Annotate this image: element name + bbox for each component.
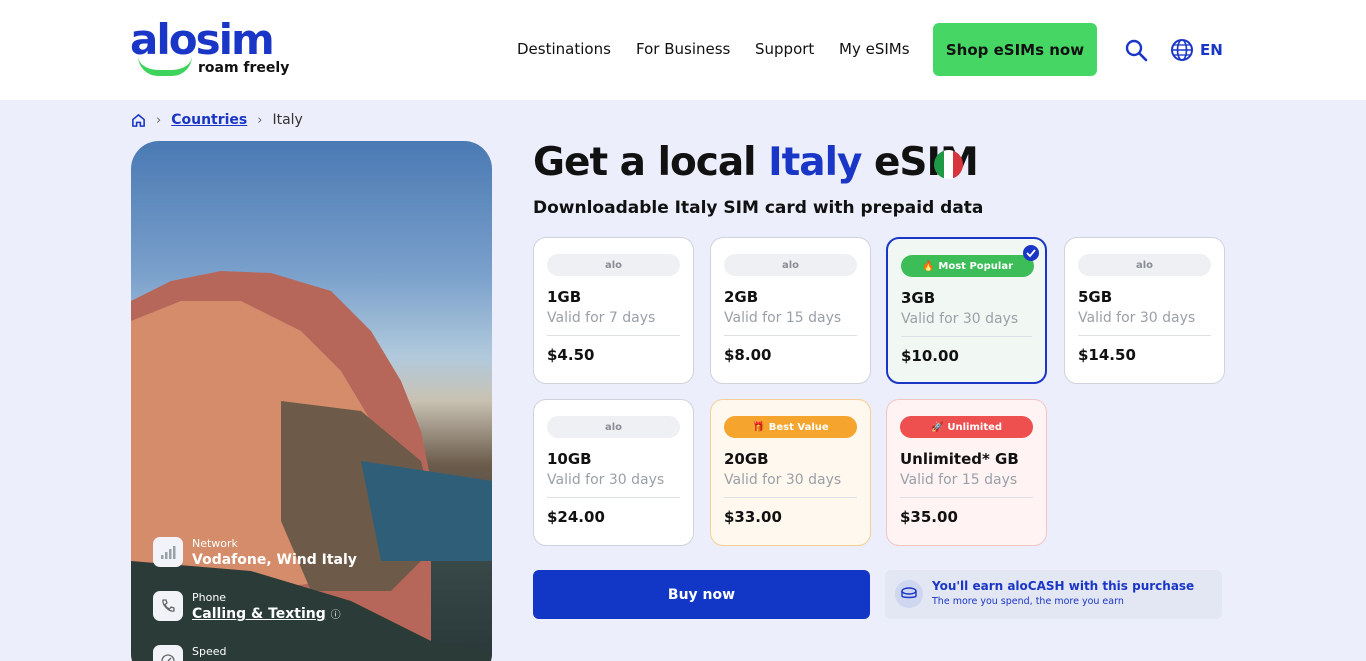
- search-icon[interactable]: [1124, 38, 1148, 62]
- logo-smile-icon: [138, 56, 192, 76]
- alo-badge: alo: [1078, 254, 1211, 276]
- plan-price: $33.00: [724, 508, 782, 526]
- earn-title: You'll earn aloCASH with this purchase: [932, 579, 1195, 593]
- feature-network: Network Vodafone, Wind Italy: [153, 537, 357, 568]
- plan-validity: Valid for 15 days: [724, 310, 842, 326]
- feature-label: Phone: [192, 591, 227, 604]
- signal-bars-icon: [153, 537, 183, 567]
- plan-divider: [547, 497, 680, 498]
- feature-value: Calling & Texting ⓘ: [192, 606, 341, 622]
- feature-label: Network: [192, 537, 238, 550]
- logo-wordmark: alosim: [130, 15, 275, 64]
- breadcrumb: › Countries › Italy: [131, 112, 303, 128]
- best-value-badge: 🎁 Best Value: [724, 416, 857, 438]
- plan-price: $10.00: [901, 347, 959, 365]
- plan-divider: [900, 497, 1033, 498]
- badge-label: Unlimited: [947, 421, 1003, 433]
- breadcrumb-countries-link[interactable]: Countries: [171, 112, 247, 128]
- feature-label: Speed: [192, 645, 227, 658]
- plan-validity: Valid for 30 days: [724, 472, 842, 488]
- unlimited-badge: 🚀 Unlimited: [900, 416, 1033, 438]
- plan-divider: [724, 497, 857, 498]
- calling-texting-link[interactable]: Calling & Texting: [192, 606, 326, 622]
- shop-esims-button[interactable]: Shop eSIMs now: [933, 23, 1097, 76]
- feature-value: Vodafone, Wind Italy: [192, 552, 357, 568]
- plan-price: $4.50: [547, 346, 595, 364]
- phone-icon: [153, 591, 183, 621]
- plan-card-10gb[interactable]: alo 10GB Valid for 30 days $24.00: [533, 399, 694, 546]
- nav-support[interactable]: Support: [755, 40, 814, 58]
- nav-my-esims[interactable]: My eSIMs: [839, 40, 910, 58]
- nav-destinations[interactable]: Destinations: [517, 40, 611, 58]
- badge-label: Best Value: [768, 421, 829, 433]
- breadcrumb-separator: ›: [156, 112, 162, 128]
- language-selector[interactable]: EN: [1200, 41, 1223, 59]
- home-icon[interactable]: [131, 113, 146, 128]
- feature-speed: Speed: [153, 645, 226, 661]
- plan-card-2gb[interactable]: alo 2GB Valid for 15 days $8.00: [710, 237, 871, 384]
- plan-validity: Valid for 7 days: [547, 310, 656, 326]
- alo-badge: alo: [547, 416, 680, 438]
- nav-for-business[interactable]: For Business: [636, 40, 730, 58]
- plan-card-3gb[interactable]: 🔥 Most Popular 3GB Valid for 30 days $10.…: [886, 237, 1047, 384]
- italy-hero-image: Network Vodafone, Wind Italy Phone Calli…: [131, 141, 492, 661]
- plan-price: $14.50: [1078, 346, 1136, 364]
- fire-icon: 🔥: [921, 260, 935, 272]
- plan-data: 3GB: [901, 289, 936, 307]
- title-prefix: Get a local: [533, 140, 769, 185]
- page-subtitle: Downloadable Italy SIM card with prepaid…: [533, 198, 984, 218]
- breadcrumb-current: Italy: [272, 112, 303, 128]
- selected-check-icon: [1023, 245, 1039, 261]
- plan-card-1gb[interactable]: alo 1GB Valid for 7 days $4.50: [533, 237, 694, 384]
- plan-price: $24.00: [547, 508, 605, 526]
- alosim-logo[interactable]: alosim roam freely: [130, 15, 290, 80]
- alo-badge: alo: [547, 254, 680, 276]
- italy-flag-icon: [934, 150, 963, 179]
- plan-data: 5GB: [1078, 288, 1113, 306]
- plan-data: 2GB: [724, 288, 759, 306]
- plan-validity: Valid for 15 days: [900, 472, 1018, 488]
- plan-data: 20GB: [724, 450, 769, 468]
- plan-divider: [724, 335, 857, 336]
- site-header: alosim roam freely Destinations For Busi…: [0, 0, 1366, 100]
- plan-validity: Valid for 30 days: [901, 311, 1019, 327]
- plan-card-5gb[interactable]: alo 5GB Valid for 30 days $14.50: [1064, 237, 1225, 384]
- alo-badge: alo: [724, 254, 857, 276]
- plan-data: 10GB: [547, 450, 592, 468]
- breadcrumb-separator: ›: [257, 112, 263, 128]
- plan-price: $8.00: [724, 346, 772, 364]
- plan-card-unlimited[interactable]: 🚀 Unlimited Unlimited* GB Valid for 15 da…: [886, 399, 1047, 546]
- buy-now-button[interactable]: Buy now: [533, 570, 870, 619]
- most-popular-badge: 🔥 Most Popular: [901, 255, 1034, 277]
- plan-divider: [547, 335, 680, 336]
- plan-card-20gb[interactable]: 🎁 Best Value 20GB Valid for 30 days $33.0…: [710, 399, 871, 546]
- speedometer-icon: [153, 645, 183, 661]
- page-title: Get a local Italy eSIM: [533, 140, 979, 185]
- plan-data: 1GB: [547, 288, 582, 306]
- rocket-icon: 🚀: [930, 421, 944, 433]
- plan-price: $35.00: [900, 508, 958, 526]
- gift-icon: 🎁: [752, 421, 765, 433]
- earn-subtitle: The more you spend, the more you earn: [932, 596, 1124, 607]
- logo-tagline: roam freely: [198, 60, 290, 76]
- plan-validity: Valid for 30 days: [547, 472, 665, 488]
- title-country: Italy: [768, 140, 862, 185]
- plan-data: Unlimited* GB: [900, 450, 1019, 468]
- feature-phone: Phone Calling & Texting ⓘ: [153, 591, 341, 622]
- alocash-earn-banner: You'll earn aloCASH with this purchase T…: [885, 570, 1222, 619]
- badge-label: Most Popular: [938, 260, 1014, 272]
- globe-icon[interactable]: [1170, 38, 1194, 62]
- plan-divider: [901, 336, 1032, 337]
- info-icon[interactable]: ⓘ: [331, 610, 341, 621]
- plan-validity: Valid for 30 days: [1078, 310, 1196, 326]
- coins-icon: [895, 580, 923, 608]
- plan-divider: [1078, 335, 1211, 336]
